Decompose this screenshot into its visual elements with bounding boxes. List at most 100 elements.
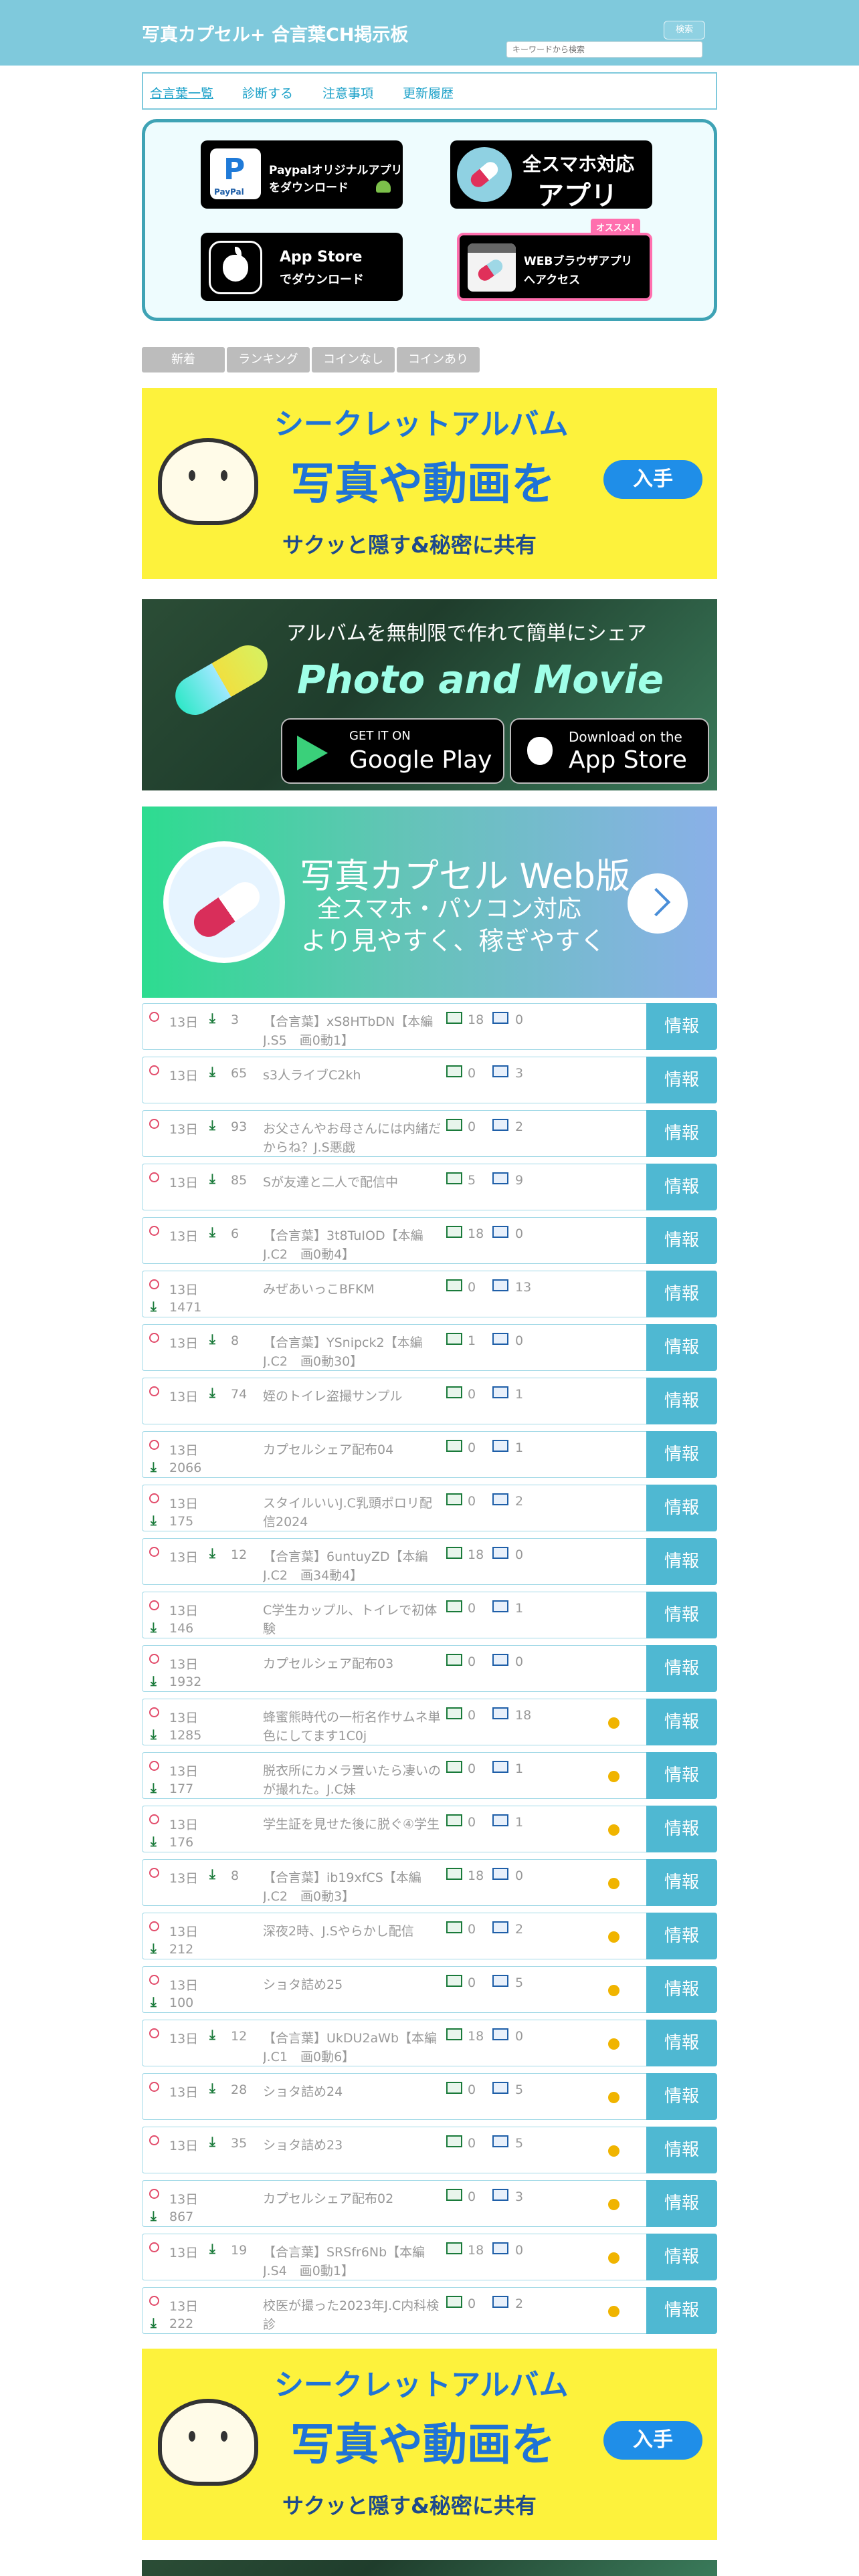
detail-button[interactable]: 情報 xyxy=(646,1752,717,1799)
item-title[interactable]: ショタ詰め24 xyxy=(263,2082,444,2120)
item-title[interactable]: カプセルシェア配布04 xyxy=(263,1440,444,1478)
item-title[interactable]: カプセルシェア配布02 xyxy=(263,2189,444,2227)
app-store-button[interactable]: App Store でダウンロード xyxy=(201,233,403,301)
detail-button[interactable]: 情報 xyxy=(646,2287,717,2334)
list-item[interactable]: 13日 ⤓ 28 ショタ詰め24 0 5 情報 xyxy=(142,2073,717,2121)
search-input[interactable] xyxy=(506,41,702,58)
list-item[interactable]: 13日 ⤓ 212 深夜2時、J.Sやらかし配信 0 2 情報 xyxy=(142,1913,717,1961)
list-item[interactable]: 13日 ⤓ 19 【合言葉】SRSfr6Nb【本編 J.S4 画0動1】 18 0 情報 xyxy=(142,2234,717,2282)
item-title[interactable]: 姪のトイレ盗撮サンプル xyxy=(263,1387,444,1424)
list-item[interactable]: 13日 ⤓ 3 【合言葉】xS8HTbDN【本編 J.S5 画0動1】 18 0 情報 xyxy=(142,1003,717,1051)
detail-button[interactable]: 情報 xyxy=(646,1806,717,1852)
get-button[interactable]: 入手 xyxy=(603,2421,702,2460)
list-item[interactable]: 13日 ⤓ 176 学生証を見せた後に脱ぐ④学生 0 1 情報 xyxy=(142,1806,717,1854)
item-title[interactable]: Sが友達と二人で配信中 xyxy=(263,1173,444,1210)
list-item-body[interactable]: 13日 ⤓ 2066 カプセルシェア配布04 0 1 xyxy=(142,1431,648,1478)
item-title[interactable]: 【合言葉】YSnipck2【本編 J.C2 画0動30】 xyxy=(263,1333,444,1371)
detail-button[interactable]: 情報 xyxy=(646,1110,717,1157)
list-item-body[interactable]: 13日 ⤓ 8 【合言葉】YSnipck2【本編 J.C2 画0動30】 1 0 xyxy=(142,1324,648,1371)
item-title[interactable]: スタイルいいJ.C乳頭ポロリ配信2024 xyxy=(263,1494,444,1531)
list-item[interactable]: 13日 ⤓ 85 Sが友達と二人で配信中 5 9 情報 xyxy=(142,1164,717,1212)
item-title[interactable]: 【合言葉】UkDU2aWb【本編 J.C1 画0動6】 xyxy=(263,2029,444,2066)
list-item-body[interactable]: 13日 ⤓ 93 お父さんやお母さんには内緒だからね？J.S悪戯 0 2 xyxy=(142,1110,648,1157)
item-title[interactable]: s3人ライブC2kh xyxy=(263,1066,444,1103)
detail-button[interactable]: 情報 xyxy=(646,1324,717,1371)
list-item-body[interactable]: 13日 ⤓ 65 s3人ライブC2kh 0 3 xyxy=(142,1057,648,1103)
search-button[interactable]: 検索 xyxy=(664,21,705,39)
item-title[interactable]: C学生カップル、トイレで初体験 xyxy=(263,1601,444,1638)
item-title[interactable]: カプセルシェア配布03 xyxy=(263,1654,444,1692)
detail-button[interactable]: 情報 xyxy=(646,2127,717,2173)
list-item[interactable]: 13日 ⤓ 1471 みぜあいっこBFKM 0 13 情報 xyxy=(142,1271,717,1319)
detail-button[interactable]: 情報 xyxy=(646,1699,717,1745)
list-item[interactable]: 13日 ⤓ 65 s3人ライブC2kh 0 3 情報 xyxy=(142,1057,717,1105)
list-item-body[interactable]: 13日 ⤓ 3 【合言葉】xS8HTbDN【本編 J.S5 画0動1】 18 0 xyxy=(142,1003,648,1050)
item-title[interactable]: 深夜2時、J.Sやらかし配信 xyxy=(263,1922,444,1959)
tab-no-coin[interactable]: コインなし xyxy=(312,347,395,372)
paypal-app-button[interactable]: P PayPal Paypalオリジナルアプリ をダウンロード xyxy=(201,140,403,209)
list-item[interactable]: 13日 ⤓ 146 C学生カップル、トイレで初体験 0 1 情報 xyxy=(142,1592,717,1640)
list-item[interactable]: 13日 ⤓ 2066 カプセルシェア配布04 0 1 情報 xyxy=(142,1431,717,1479)
item-title[interactable]: ショタ詰め23 xyxy=(263,2136,444,2173)
list-item-body[interactable]: 13日 ⤓ 146 C学生カップル、トイレで初体験 0 1 xyxy=(142,1592,648,1638)
list-item[interactable]: 13日 ⤓ 177 脱衣所にカメラ置いたら凄いのが撮れた。J.C妹 0 1 情報 xyxy=(142,1752,717,1800)
web-version-banner[interactable]: 写真カプセル Web版 全スマホ・パソコン対応 より見やすく、稼ぎやすく xyxy=(142,807,717,998)
secret-album-banner[interactable]: シークレットアルバム 写真や動画を サクッと隠す&秘密に共有 入手 xyxy=(142,388,717,579)
secret-album-banner-bottom[interactable]: シークレットアルバム 写真や動画を サクッと隠す&秘密に共有 入手 xyxy=(142,2349,717,2540)
item-title[interactable]: 【合言葉】ib19xfCS【本編 J.C2 画0動3】 xyxy=(263,1868,444,1906)
item-title[interactable]: 【合言葉】6untuyZD【本編 J.C2 画34動4】 xyxy=(263,1547,444,1585)
photo-movie-banner-bottom[interactable] xyxy=(142,2560,717,2576)
get-button[interactable]: 入手 xyxy=(603,460,702,499)
nav-diagnose[interactable]: 診断する xyxy=(242,84,293,102)
detail-button[interactable]: 情報 xyxy=(646,1485,717,1531)
detail-button[interactable]: 情報 xyxy=(646,1378,717,1424)
detail-button[interactable]: 情報 xyxy=(646,1645,717,1692)
list-item-body[interactable]: 13日 ⤓ 222 校医が撮った2023年J.C内科検診 0 2 xyxy=(142,2287,648,2334)
list-item-body[interactable]: 13日 ⤓ 8 【合言葉】ib19xfCS【本編 J.C2 画0動3】 18 0 xyxy=(142,1859,648,1906)
item-title[interactable]: 蜂蜜熊時代の一桁名作サムネ単色にしてます1C0j xyxy=(263,1708,444,1745)
list-item[interactable]: 13日 ⤓ 8 【合言葉】ib19xfCS【本編 J.C2 画0動3】 18 0 情報 xyxy=(142,1859,717,1907)
list-item-body[interactable]: 13日 ⤓ 176 学生証を見せた後に脱ぐ④学生 0 1 xyxy=(142,1806,648,1852)
detail-button[interactable]: 情報 xyxy=(646,1859,717,1906)
detail-button[interactable]: 情報 xyxy=(646,1913,717,1959)
detail-button[interactable]: 情報 xyxy=(646,1271,717,1317)
item-title[interactable]: 【合言葉】3t8TuIOD【本編 J.C2 画0動4】 xyxy=(263,1226,444,1264)
item-title[interactable]: お父さんやお母さんには内緒だからね？J.S悪戯 xyxy=(263,1119,444,1157)
item-title[interactable]: 【合言葉】xS8HTbDN【本編 J.S5 画0動1】 xyxy=(263,1012,444,1050)
list-item-body[interactable]: 13日 ⤓ 175 スタイルいいJ.C乳頭ポロリ配信2024 0 2 xyxy=(142,1485,648,1531)
detail-button[interactable]: 情報 xyxy=(646,2073,717,2120)
detail-button[interactable]: 情報 xyxy=(646,1217,717,1264)
phone-app-button[interactable]: 全スマホ対応 アプリ xyxy=(450,140,652,211)
site-title[interactable]: 写真カプセル+ 合言葉CH掲示板 xyxy=(142,20,408,46)
item-title[interactable]: 脱衣所にカメラ置いたら凄いのが撮れた。J.C妹 xyxy=(263,1761,444,1799)
detail-button[interactable]: 情報 xyxy=(646,1538,717,1585)
list-item-body[interactable]: 13日 ⤓ 74 姪のトイレ盗撮サンプル 0 1 xyxy=(142,1378,648,1424)
tab-with-coin[interactable]: コインあり xyxy=(397,347,480,372)
list-item-body[interactable]: 13日 ⤓ 1285 蜂蜜熊時代の一桁名作サムネ単色にしてます1C0j 0 18 xyxy=(142,1699,648,1745)
list-item-body[interactable]: 13日 ⤓ 85 Sが友達と二人で配信中 5 9 xyxy=(142,1164,648,1210)
list-item-body[interactable]: 13日 ⤓ 6 【合言葉】3t8TuIOD【本編 J.C2 画0動4】 18 0 xyxy=(142,1217,648,1264)
item-title[interactable]: みぜあいっこBFKM xyxy=(263,1280,444,1317)
list-item-body[interactable]: 13日 ⤓ 1932 カプセルシェア配布03 0 0 xyxy=(142,1645,648,1692)
list-item[interactable]: 13日 ⤓ 12 【合言葉】UkDU2aWb【本編 J.C1 画0動6】 18 0 情報 xyxy=(142,2020,717,2068)
detail-button[interactable]: 情報 xyxy=(646,1057,717,1103)
list-item[interactable]: 13日 ⤓ 35 ショタ詰め23 0 5 情報 xyxy=(142,2127,717,2175)
tab-ranking[interactable]: ランキング xyxy=(227,347,310,372)
list-item[interactable]: 13日 ⤓ 74 姪のトイレ盗撮サンプル 0 1 情報 xyxy=(142,1378,717,1426)
tab-new[interactable]: 新着 xyxy=(142,347,225,372)
detail-button[interactable]: 情報 xyxy=(646,1164,717,1210)
list-item-body[interactable]: 13日 ⤓ 12 【合言葉】6untuyZD【本編 J.C2 画34動4】 18 0 xyxy=(142,1538,648,1585)
list-item-body[interactable]: 13日 ⤓ 177 脱衣所にカメラ置いたら凄いのが撮れた。J.C妹 0 1 xyxy=(142,1752,648,1799)
list-item[interactable]: 13日 ⤓ 93 お父さんやお母さんには内緒だからね？J.S悪戯 0 2 情報 xyxy=(142,1110,717,1158)
list-item[interactable]: 13日 ⤓ 222 校医が撮った2023年J.C内科検診 0 2 情報 xyxy=(142,2287,717,2335)
list-item[interactable]: 13日 ⤓ 1932 カプセルシェア配布03 0 0 情報 xyxy=(142,1645,717,1693)
photo-movie-banner[interactable]: アルバムを無制限で作れて簡単にシェア Photo and Movie GET I… xyxy=(142,599,717,790)
list-item[interactable]: 13日 ⤓ 1285 蜂蜜熊時代の一桁名作サムネ単色にしてます1C0j 0 18 情報 xyxy=(142,1699,717,1747)
chevron-right-icon[interactable] xyxy=(628,873,688,934)
list-item[interactable]: 13日 ⤓ 100 ショタ詰め25 0 5 情報 xyxy=(142,1966,717,2014)
item-title[interactable]: 【合言葉】SRSfr6Nb【本編 J.S4 画0動1】 xyxy=(263,2243,444,2280)
list-item[interactable]: 13日 ⤓ 8 【合言葉】YSnipck2【本編 J.C2 画0動30】 1 0 情報 xyxy=(142,1324,717,1372)
detail-button[interactable]: 情報 xyxy=(646,2234,717,2280)
detail-button[interactable]: 情報 xyxy=(646,1431,717,1478)
list-item[interactable]: 13日 ⤓ 6 【合言葉】3t8TuIOD【本編 J.C2 画0動4】 18 0 情報 xyxy=(142,1217,717,1265)
